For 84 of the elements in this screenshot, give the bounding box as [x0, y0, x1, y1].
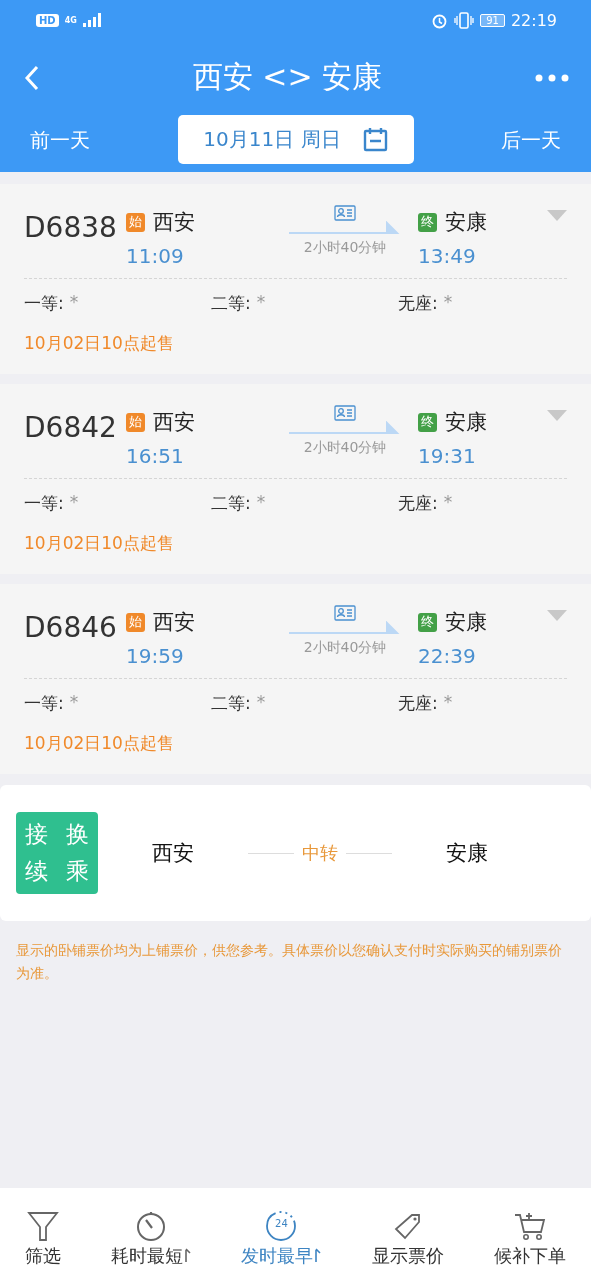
train-time: 13:49: [418, 244, 477, 268]
travel-duration: 2小时40分钟: [303, 439, 387, 457]
toolbar-button[interactable]: 候补下单: [493, 1210, 566, 1280]
travel-duration: 2小时40分钟: [303, 239, 387, 257]
train-number: D6846: [24, 610, 118, 646]
seat-availability: *: [256, 292, 266, 314]
train-time: 11:09: [126, 244, 185, 268]
stopwatch-icon: [135, 1210, 168, 1242]
id-card-icon: [334, 405, 356, 421]
seat-availability: *: [256, 492, 266, 514]
train-card[interactable]: D6842 始 西安 16:51 2小时40分钟 终 安康 19:31 一等: * 二等: * 无座: * 10月02日10点起售: [0, 384, 591, 574]
seat-class: 二等:: [211, 492, 251, 515]
arrow-icon: [289, 421, 401, 437]
station-badge: 终: [418, 212, 437, 232]
seat-class: 二等:: [211, 692, 251, 715]
seat-class: 一等:: [24, 492, 64, 515]
presale-time: 10月02日10点起售: [24, 332, 175, 355]
train-card[interactable]: D6846 始 西安 19:59 2小时40分钟 终 安康 22:39 一等: * 二等: * 无座: * 10月02日10点起售: [0, 584, 591, 774]
seat-class: 无座:: [398, 492, 438, 515]
transfer-label: 中转: [302, 841, 338, 865]
seat-class: 无座:: [398, 692, 438, 715]
station-name: 安康: [445, 409, 487, 436]
more-icon[interactable]: [535, 73, 569, 82]
presale-time: 10月02日10点起售: [24, 532, 175, 555]
station-name: 西安: [153, 609, 195, 636]
toolbar-button[interactable]: 筛选: [25, 1210, 62, 1280]
train-card[interactable]: D6838 始 西安 11:09 2小时40分钟 终 安康 13:49 一等: * 二等: * 无座: * 10月02日10点起售: [0, 184, 591, 374]
status-time: 22:19: [510, 10, 557, 30]
transfer-card[interactable]: 接 换 续 乘 西安 中转 安康: [0, 785, 591, 921]
presale-time: 10月02日10点起售: [24, 732, 175, 755]
station-name: 安康: [445, 609, 487, 636]
seat-availability: *: [69, 692, 79, 714]
battery-level: 91: [480, 13, 505, 27]
seat-class: 一等:: [24, 692, 64, 715]
page-title: 西安 <> 安康: [191, 58, 384, 96]
seat-class: 二等:: [211, 292, 251, 315]
cart-icon: [513, 1210, 546, 1242]
transfer-badge: 接 换 续 乘: [16, 812, 98, 894]
id-card-icon: [334, 605, 356, 621]
station-badge: 始: [126, 612, 145, 632]
station-badge: 始: [126, 212, 145, 232]
clock-icon: [265, 1210, 298, 1242]
arrow-icon: [289, 621, 401, 637]
seat-class: 一等:: [24, 292, 64, 315]
network-type: 4G: [64, 15, 77, 25]
hd-indicator: HD: [36, 13, 59, 27]
train-time: 22:39: [418, 644, 477, 668]
toolbar-button[interactable]: 耗时最短: [111, 1210, 192, 1280]
id-card-icon: [334, 205, 356, 221]
station-badge: 终: [418, 412, 437, 432]
station-badge: 终: [418, 612, 437, 632]
travel-duration: 2小时40分钟: [303, 639, 387, 657]
train-time: 16:51: [126, 444, 185, 468]
seat-availability: *: [256, 692, 266, 714]
train-time: 19:31: [418, 444, 477, 468]
seat-availability: *: [443, 692, 453, 714]
dropdown-caret-icon[interactable]: [547, 410, 567, 421]
price-notice: 显示的卧铺票价均为上铺票价，供您参考。具体票价以您确认支付时实际购买的铺别票价为准。: [15, 941, 563, 983]
date-picker[interactable]: 10月11日 周日: [177, 115, 414, 164]
toolbar-button[interactable]: 显示票价: [371, 1210, 444, 1280]
seat-availability: *: [69, 492, 79, 514]
dropdown-caret-icon[interactable]: [547, 610, 567, 621]
train-time: 19:59: [126, 644, 185, 668]
seat-availability: *: [443, 492, 453, 514]
station-name: 安康: [445, 209, 487, 236]
station-badge: 始: [126, 412, 145, 432]
station-name: 西安: [153, 409, 195, 436]
back-icon[interactable]: [24, 64, 40, 91]
signal-icon: [82, 13, 103, 27]
seat-availability: *: [69, 292, 79, 314]
station-name: 西安: [153, 209, 195, 236]
train-number: D6838: [24, 210, 118, 246]
vibrate-icon: [454, 11, 475, 29]
calendar-icon: [362, 127, 388, 152]
seat-availability: *: [443, 292, 453, 314]
dropdown-caret-icon[interactable]: [547, 210, 567, 221]
transfer-destination: 安康: [445, 840, 489, 867]
seat-class: 无座:: [398, 292, 438, 315]
transfer-origin: 西安: [151, 840, 195, 867]
toolbar-button[interactable]: 24 发时最早: [241, 1210, 322, 1280]
arrow-icon: [289, 221, 401, 237]
filter-icon: [27, 1210, 60, 1242]
train-number: D6842: [24, 410, 118, 446]
clock-number: 24: [274, 1218, 289, 1229]
